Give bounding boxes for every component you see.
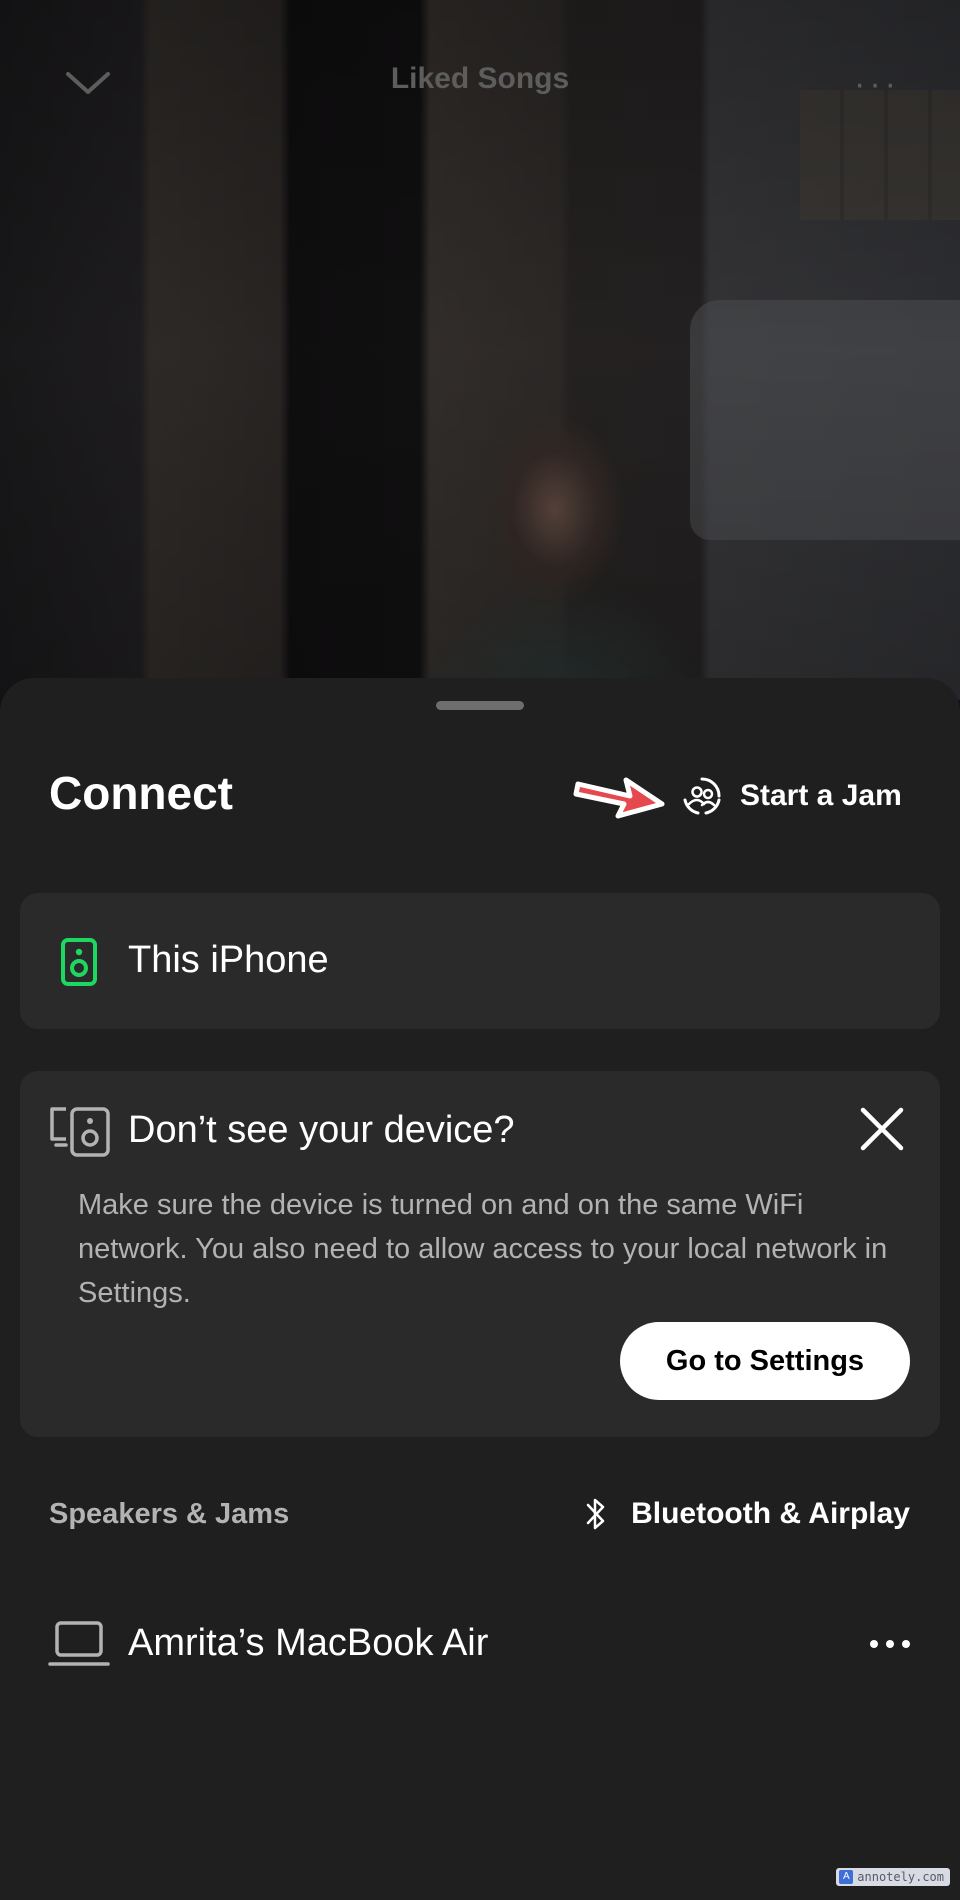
screen: Liked Songs ··· Connect Start a Jam This…: [0, 0, 960, 1900]
speakers-jams-heading: Speakers & Jams: [49, 1498, 290, 1530]
bluetooth-airplay-button[interactable]: Bluetooth & Airplay: [585, 1490, 910, 1538]
device-more-options-icon[interactable]: [866, 1622, 914, 1666]
now-playing-title: Liked Songs: [390, 62, 570, 95]
current-device-card[interactable]: This iPhone: [20, 893, 940, 1029]
watermark: A annotely.com: [836, 1868, 950, 1886]
laptop-icon: [48, 1621, 110, 1666]
sheet-drag-handle[interactable]: [436, 701, 524, 710]
go-to-settings-button[interactable]: Go to Settings: [620, 1322, 910, 1400]
watermark-logo-icon: A: [839, 1870, 854, 1884]
connect-sheet: Connect Start a Jam This iPhone Don’t se…: [0, 678, 960, 1900]
now-playing-header: Liked Songs ···: [0, 40, 960, 130]
devices-icon: [50, 1107, 110, 1157]
device-row[interactable]: Amrita’s MacBook Air: [0, 1598, 960, 1688]
watermark-text: annotely.com: [857, 1870, 944, 1884]
close-icon[interactable]: [858, 1105, 906, 1153]
current-device-label: This iPhone: [128, 939, 329, 981]
speaker-icon: [61, 938, 97, 986]
device-help-title: Don’t see your device?: [128, 1109, 515, 1151]
device-label: Amrita’s MacBook Air: [128, 1622, 489, 1664]
bluetooth-airplay-label: Bluetooth & Airplay: [631, 1497, 910, 1530]
bluetooth-icon: [586, 1498, 605, 1530]
start-jam-button[interactable]: Start a Jam: [682, 766, 902, 826]
device-help-card: Don’t see your device? Make sure the dev…: [20, 1071, 940, 1437]
sheet-title: Connect: [49, 767, 233, 819]
start-jam-label: Start a Jam: [740, 779, 902, 812]
more-options-icon[interactable]: ···: [854, 65, 900, 104]
jam-icon: [683, 777, 721, 815]
artwork-car: [690, 300, 960, 540]
annotation-arrow-icon: [573, 777, 665, 819]
device-help-body: Make sure the device is turned on and on…: [78, 1189, 888, 1309]
